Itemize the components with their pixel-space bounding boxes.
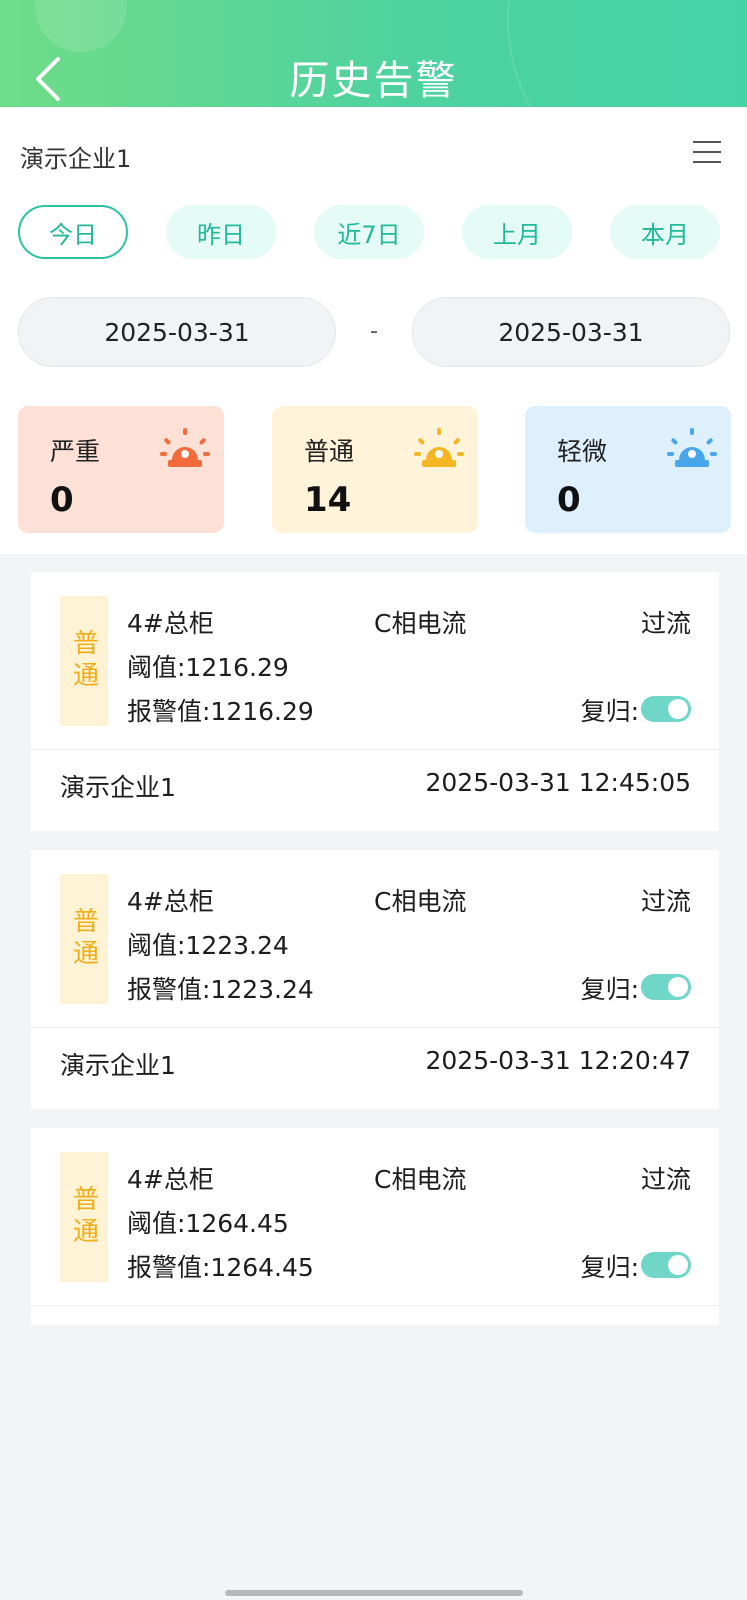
alarm-type: 过流: [640, 609, 691, 638]
stat-normal[interactable]: 普通 14: [272, 406, 478, 533]
page-title: 历史告警: [289, 58, 458, 104]
reset-toggle[interactable]: [641, 974, 691, 1000]
history-alarm-page: 历史告警 演示企业1 今日 昨日 近7日 上月 本月 2025-03-31 - …: [0, 0, 747, 1600]
alarm-company: 演示企业1: [60, 1051, 176, 1080]
alarm-stats: 严重 0 普通 14 轻微 0: [18, 406, 731, 533]
alarm-value: 报警值:1223.24: [127, 975, 314, 1004]
alarm-card[interactable]: 普通 4#总柜 C相电流 过流 阈值:1216.29 报警值:1216.29 复…: [31, 572, 719, 831]
alarm-card[interactable]: 普通 4#总柜 C相电流 过流 阈值:1223.24 报警值:1223.24 复…: [31, 850, 719, 1109]
alarm-value: 报警值:1264.45: [127, 1253, 314, 1282]
stat-count: 14: [304, 480, 352, 520]
reset-toggle[interactable]: [641, 1252, 691, 1278]
start-date-picker[interactable]: 2025-03-31: [18, 297, 336, 367]
alarm-phase: C相电流: [374, 609, 467, 638]
alarm-type: 过流: [640, 887, 691, 916]
chip-last-month[interactable]: 上月: [462, 205, 572, 259]
alarm-siren-icon: [160, 428, 210, 467]
alarm-level-badge: 普通: [60, 596, 108, 726]
alarm-threshold: 阈值:1264.45: [127, 1209, 289, 1238]
alarm-siren-icon: [414, 428, 464, 467]
reset-toggle[interactable]: [641, 696, 691, 722]
alarm-level-badge: 普通: [60, 874, 108, 1004]
alarm-phase: C相电流: [374, 887, 467, 916]
reset-label: 复归:: [580, 1253, 639, 1282]
card-divider: [31, 1305, 719, 1306]
alarm-time: 2025-03-31 12:45:05: [425, 768, 691, 797]
reset-label: 复归:: [580, 697, 639, 726]
alarm-company: 演示企业1: [60, 773, 176, 802]
stat-minor[interactable]: 轻微 0: [525, 406, 731, 533]
alarm-type: 过流: [640, 1165, 691, 1194]
chip-today[interactable]: 今日: [18, 205, 128, 259]
stat-count: 0: [50, 480, 74, 520]
company-name: 演示企业1: [20, 145, 132, 173]
alarm-siren-icon: [667, 428, 717, 467]
alarm-value: 报警值:1216.29: [127, 697, 314, 726]
alarm-card[interactable]: 普通 4#总柜 C相电流 过流 阈值:1264.45 报警值:1264.45 复…: [31, 1128, 719, 1325]
alarm-device: 4#总柜: [127, 609, 214, 638]
header-decoration: [35, 0, 127, 52]
card-divider: [31, 1027, 719, 1028]
chip-last-7-days[interactable]: 近7日: [314, 205, 424, 259]
header-bar: 历史告警: [0, 0, 747, 107]
date-quick-filters: 今日 昨日 近7日 上月 本月: [18, 205, 730, 261]
alarm-time: 2025-03-31 12:20:47: [425, 1046, 691, 1075]
menu-icon[interactable]: [693, 139, 723, 165]
filter-panel: 演示企业1 今日 昨日 近7日 上月 本月 2025-03-31 - 2025-…: [0, 107, 747, 554]
home-indicator[interactable]: [225, 1590, 523, 1596]
date-separator: -: [370, 319, 378, 344]
alarm-threshold: 阈值:1216.29: [127, 653, 289, 682]
alarm-phase: C相电流: [374, 1165, 467, 1194]
chip-yesterday[interactable]: 昨日: [166, 205, 276, 259]
date-range: 2025-03-31 - 2025-03-31: [18, 297, 730, 367]
reset-label: 复归:: [580, 975, 639, 1004]
stat-severe[interactable]: 严重 0: [18, 406, 224, 533]
alarm-threshold: 阈值:1223.24: [127, 931, 289, 960]
alarm-level-badge: 普通: [60, 1152, 108, 1282]
card-divider: [31, 749, 719, 750]
end-date-picker[interactable]: 2025-03-31: [412, 297, 730, 367]
stat-count: 0: [557, 480, 581, 520]
alarm-device: 4#总柜: [127, 887, 214, 916]
company-selector[interactable]: 演示企业1: [20, 129, 727, 179]
alarm-device: 4#总柜: [127, 1165, 214, 1194]
chip-this-month[interactable]: 本月: [610, 205, 720, 259]
